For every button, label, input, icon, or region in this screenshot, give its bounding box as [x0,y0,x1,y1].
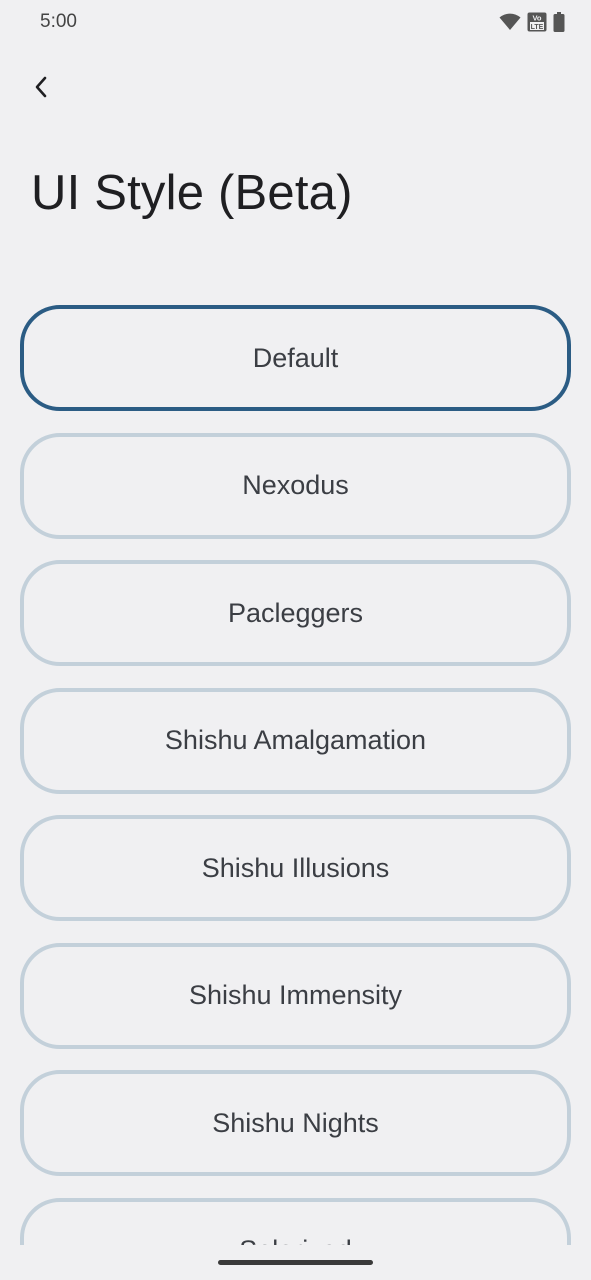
status-icons: Vo LTE [499,12,565,37]
style-option-label: Nexodus [242,470,349,500]
page-title: UI Style (Beta) [31,166,353,220]
style-options-list: Default Nexodus Pacleggers Shishu Amalga… [20,305,571,1245]
style-option-label: Solarized [239,1235,352,1245]
style-option-shishu-illusions[interactable]: Shishu Illusions [20,815,571,921]
wifi-icon [499,12,521,37]
style-option-shishu-nights[interactable]: Shishu Nights [20,1070,571,1176]
volte-icon: Vo LTE [527,12,547,37]
back-button[interactable] [22,70,60,108]
style-option-label: Default [252,342,339,373]
style-option-shishu-immensity[interactable]: Shishu Immensity [20,942,571,1049]
style-option-pacleggers[interactable]: Pacleggers [20,560,571,666]
style-option-nexodus[interactable]: Nexodus [20,432,571,539]
status-bar: 5:00 Vo LTE [0,0,591,46]
style-option-label: Shishu Immensity [188,980,403,1010]
style-option-label: Pacleggers [227,597,364,628]
volte-top-text: Vo [532,14,541,23]
style-options-viewport[interactable]: Default Nexodus Pacleggers Shishu Amalga… [0,290,591,1245]
style-option-solarized[interactable]: Solarized [20,1197,571,1245]
style-option-label: Shishu Amalgamation [164,725,427,755]
style-option-label: Shishu Nights [212,1107,379,1138]
style-option-default[interactable]: Default [20,305,571,411]
volte-bottom-text: LTE [531,24,544,31]
status-time: 5:00 [40,11,77,32]
home-indicator[interactable] [218,1260,373,1265]
chevron-left-icon [33,76,49,103]
style-option-label: Shishu Illusions [201,852,390,883]
battery-icon [553,12,565,37]
style-option-shishu-amalgamation[interactable]: Shishu Amalgamation [20,687,571,794]
